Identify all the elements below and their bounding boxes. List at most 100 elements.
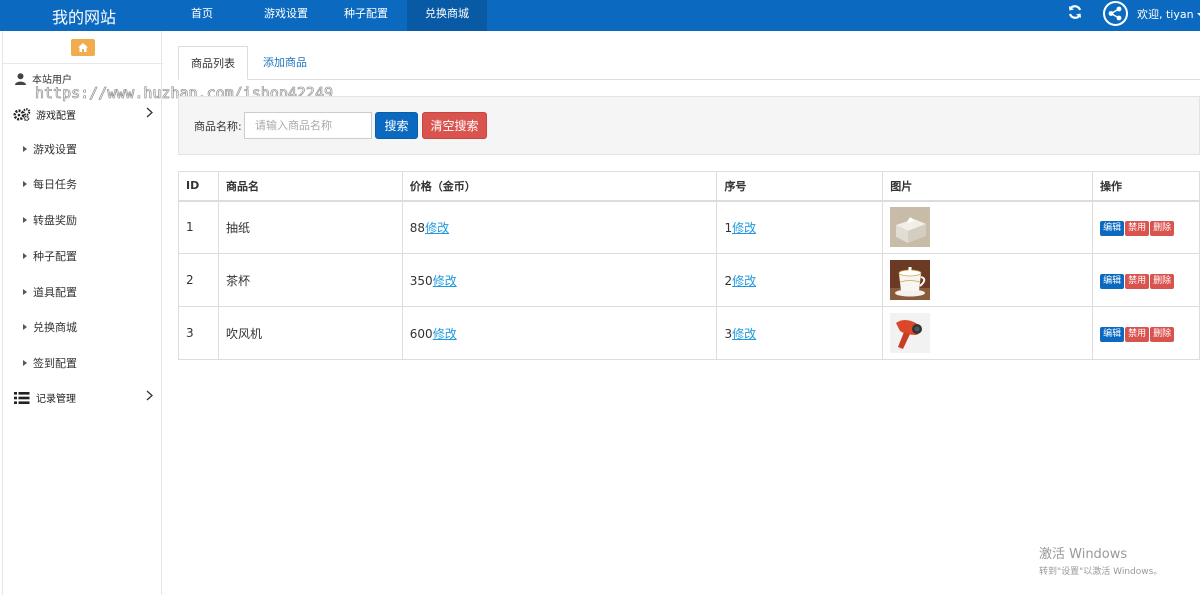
cell-id: 3 (178, 306, 219, 360)
tab-add-product[interactable]: 添加商品 (253, 46, 317, 80)
disable-button[interactable]: 禁用 (1125, 273, 1150, 289)
tab-product-list[interactable]: 商品列表 (178, 46, 248, 80)
product-table: ID 商品名 价格（金币） 序号 图片 操作 1 抽纸 88修改 1修改 编辑 … (178, 171, 1200, 360)
price-value: 600 (409, 326, 433, 341)
content-tabs: 商品列表 添加商品 (178, 46, 1200, 80)
sidebar-item-label: 每日任务 (33, 178, 77, 191)
nav-home[interactable]: 首页 (178, 0, 226, 31)
order-value: 3 (724, 326, 733, 341)
sidebar-item-wheel-rewards[interactable]: 转盘奖励 (23, 212, 77, 228)
order-value: 1 (724, 220, 733, 235)
sidebar-item-label: 转盘奖励 (33, 214, 77, 227)
sidebar-item-item-config[interactable]: 道具配置 (23, 284, 77, 300)
cell-id: 2 (178, 253, 219, 307)
welcome-text: 欢迎, tiyan (1137, 8, 1194, 21)
nav-game-settings[interactable]: 游戏设置 (254, 0, 318, 31)
search-label: 商品名称: (194, 120, 242, 133)
caret-right-icon (23, 289, 27, 295)
caret-right-icon (23, 217, 27, 223)
edit-button[interactable]: 编辑 (1100, 273, 1125, 289)
search-button[interactable]: 搜索 (375, 112, 418, 139)
windows-activation-notice: 激活 Windows 转到"设置"以激活 Windows。 (1039, 543, 1162, 577)
edit-order-link[interactable]: 修改 (732, 327, 756, 341)
cell-order: 2修改 (716, 253, 884, 307)
cell-name: 吹风机 (217, 306, 403, 360)
caret-right-icon (23, 360, 27, 366)
nav-seed-config[interactable]: 种子配置 (334, 0, 398, 31)
cell-actions: 编辑 禁用 删除 (1092, 200, 1200, 254)
edit-order-link[interactable]: 修改 (732, 221, 756, 235)
delete-button[interactable]: 删除 (1150, 220, 1175, 236)
hair-dryer-image (890, 313, 931, 353)
cell-order: 3修改 (716, 306, 884, 360)
col-header-id: ID (178, 171, 219, 202)
user-avatar[interactable] (1103, 1, 1128, 26)
cell-name: 抽纸 (217, 200, 403, 254)
sidebar-item-label: 道具配置 (33, 286, 77, 299)
top-navbar: 我的网站 首页 游戏设置 种子配置 兑换商城 欢迎, tiyan (0, 0, 1200, 31)
activation-title: 激活 Windows (1039, 547, 1128, 562)
cell-price: 600修改 (401, 306, 718, 360)
sidebar: 本站用户 游戏配置 游戏设置 每日任务 转盘奖励 种子配置 道具配置 兑换商城 … (2, 31, 163, 595)
sidebar-item-label: 游戏设置 (33, 143, 77, 156)
col-header-image: 图片 (882, 171, 1094, 202)
table-header-row: ID 商品名 价格（金币） 序号 图片 操作 (178, 171, 1200, 202)
refresh-icon[interactable] (1067, 4, 1083, 20)
edit-button[interactable]: 编辑 (1100, 220, 1125, 236)
search-panel: 商品名称: 搜索 清空搜索 (178, 96, 1200, 155)
cell-image (882, 200, 1094, 254)
table-row: 3 吹风机 600修改 3修改 编辑 禁用 删除 (178, 306, 1200, 360)
col-header-order: 序号 (716, 171, 884, 202)
tissue-box-image (890, 207, 931, 248)
cell-price: 350修改 (401, 253, 718, 307)
cell-price: 88修改 (401, 200, 718, 254)
sidebar-item-seed-config[interactable]: 种子配置 (23, 248, 77, 264)
order-value: 2 (724, 273, 733, 288)
caret-right-icon (23, 181, 27, 187)
tea-cup-image (890, 260, 931, 300)
caret-right-icon (23, 253, 27, 259)
sidebar-group-label: 记录管理 (36, 394, 76, 405)
clear-search-button[interactable]: 清空搜索 (422, 112, 487, 139)
chevron-right-icon (146, 107, 153, 118)
nav-exchange-mall[interactable]: 兑换商城 (407, 0, 487, 31)
cell-actions: 编辑 禁用 删除 (1092, 253, 1200, 307)
sidebar-group-label: 游戏配置 (36, 111, 76, 122)
home-button[interactable] (71, 39, 95, 56)
share-icon (1108, 6, 1122, 21)
cell-image (882, 306, 1094, 360)
edit-price-link[interactable]: 修改 (433, 274, 457, 288)
sidebar-item-exchange-mall[interactable]: 兑换商城 (23, 319, 77, 335)
edit-button[interactable]: 编辑 (1100, 326, 1125, 342)
site-brand[interactable]: 我的网站 (52, 4, 116, 28)
edit-price-link[interactable]: 修改 (433, 327, 457, 341)
edit-order-link[interactable]: 修改 (732, 274, 756, 288)
caret-down-icon (1196, 13, 1200, 17)
disable-button[interactable]: 禁用 (1125, 326, 1150, 342)
delete-button[interactable]: 删除 (1150, 273, 1175, 289)
cell-order: 1修改 (716, 200, 884, 254)
sidebar-group-game-config[interactable]: 游戏配置 (13, 107, 153, 122)
home-icon (78, 43, 88, 52)
list-icon (14, 392, 30, 404)
cell-name: 茶杯 (217, 253, 403, 307)
col-header-actions: 操作 (1092, 171, 1200, 202)
table-row: 1 抽纸 88修改 1修改 编辑 禁用 删除 (178, 200, 1200, 254)
delete-button[interactable]: 删除 (1150, 326, 1175, 342)
sidebar-item-daily-tasks[interactable]: 每日任务 (23, 176, 77, 192)
product-name-search-input[interactable] (244, 112, 372, 139)
edit-price-link[interactable]: 修改 (425, 221, 449, 235)
sidebar-item-game-settings[interactable]: 游戏设置 (23, 141, 77, 157)
sidebar-item-checkin-config[interactable]: 签到配置 (23, 355, 77, 371)
caret-right-icon (23, 146, 27, 152)
sidebar-group-records[interactable]: 记录管理 (13, 390, 153, 405)
col-header-price: 价格（金币） (401, 171, 718, 202)
disable-button[interactable]: 禁用 (1125, 220, 1150, 236)
gears-icon (13, 108, 31, 121)
sidebar-divider (3, 63, 163, 64)
caret-right-icon (23, 324, 27, 330)
sidebar-item-label: 兑换商城 (33, 321, 77, 334)
user-menu-toggle[interactable]: 欢迎, tiyan (1137, 6, 1200, 22)
price-value: 350 (409, 273, 433, 288)
activation-subtitle: 转到"设置"以激活 Windows。 (1039, 567, 1163, 577)
